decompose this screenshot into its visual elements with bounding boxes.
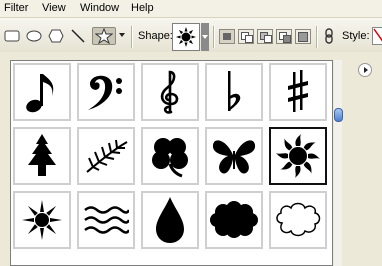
menu-filter[interactable]: Filter (4, 2, 28, 14)
shape-cell[interactable] (205, 127, 263, 185)
mode-icon (245, 35, 253, 43)
shape-cell[interactable] (77, 191, 135, 249)
shape-cell[interactable] (77, 63, 135, 121)
shape-label: Shape: (138, 30, 173, 42)
flat-sign-icon (228, 71, 241, 111)
polygon-tool-button[interactable] (46, 27, 66, 45)
shape-cell[interactable] (269, 63, 327, 121)
custom-shape-icon (95, 28, 113, 44)
cloud-outline-icon (276, 202, 321, 237)
divider (213, 26, 215, 48)
shape-cell-selected[interactable] (269, 127, 327, 185)
ellipse-icon (26, 30, 42, 42)
butterfly-icon (212, 140, 256, 174)
add-to-shape-button[interactable] (238, 29, 254, 44)
rectangle-icon (4, 30, 20, 42)
tool-chevron-down-icon[interactable] (119, 33, 125, 37)
subtract-shape-button[interactable] (257, 29, 273, 44)
chain-link-icon (325, 28, 333, 44)
play-arrow-icon (363, 67, 368, 73)
sharp-sign-icon (288, 70, 308, 112)
mode-icon (298, 32, 308, 42)
four-leaf-clover-icon (152, 138, 188, 178)
intersect-shape-button[interactable] (276, 29, 292, 44)
treble-clef-icon (160, 70, 179, 114)
sun-icon (176, 27, 196, 47)
shape-cell[interactable] (141, 127, 199, 185)
menu-view[interactable]: View (42, 2, 66, 14)
new-shape-layer-button[interactable] (219, 29, 235, 44)
exclude-shape-button[interactable] (295, 29, 311, 44)
mode-icon (264, 35, 272, 43)
star-burst-icon (22, 200, 62, 240)
raindrop-icon (156, 197, 184, 243)
shape-dropdown-button[interactable] (201, 23, 209, 51)
shape-picker[interactable] (172, 23, 200, 51)
eighth-note-icon (26, 74, 54, 113)
shape-cell[interactable] (13, 127, 71, 185)
sun-icon (276, 134, 320, 178)
chevron-down-icon (202, 35, 208, 39)
cloud-filled-icon (210, 201, 258, 238)
menu-bar: Filter View Window Help (0, 0, 382, 18)
no-style-icon (373, 28, 382, 42)
scrollbar-track[interactable] (334, 60, 342, 266)
polygon-icon (48, 29, 64, 43)
bass-clef-icon (88, 75, 122, 110)
shape-cell[interactable] (205, 191, 263, 249)
mode-icon (223, 33, 231, 40)
divider (316, 26, 318, 48)
fern-leaf-icon (86, 139, 128, 173)
line-tool-button[interactable] (68, 27, 88, 45)
rectangle-tool-button[interactable] (2, 27, 22, 45)
shape-cell[interactable] (205, 63, 263, 121)
shape-cell[interactable] (141, 63, 199, 121)
line-icon (71, 29, 85, 43)
scrollbar-thumb[interactable] (334, 108, 343, 122)
tree-icon (28, 134, 56, 176)
shape-cell[interactable] (77, 127, 135, 185)
divider (131, 26, 133, 48)
shape-cell[interactable] (13, 191, 71, 249)
shape-cell[interactable] (13, 63, 71, 121)
panel-menu-button[interactable] (358, 63, 372, 77)
shapes-grid (10, 60, 333, 266)
mode-icon (283, 35, 291, 43)
rounded-rectangle-tool-button[interactable] (24, 27, 44, 45)
menu-help[interactable]: Help (131, 2, 154, 14)
shape-cell[interactable] (141, 191, 199, 249)
style-picker[interactable] (372, 27, 382, 45)
waves-icon (84, 206, 129, 234)
menu-window[interactable]: Window (80, 2, 119, 14)
shape-cell[interactable] (269, 191, 327, 249)
style-label: Style: (342, 30, 370, 42)
link-button[interactable] (322, 27, 336, 45)
custom-shape-tool-button[interactable] (92, 27, 116, 45)
options-bar: Shape: Style: (0, 18, 382, 53)
